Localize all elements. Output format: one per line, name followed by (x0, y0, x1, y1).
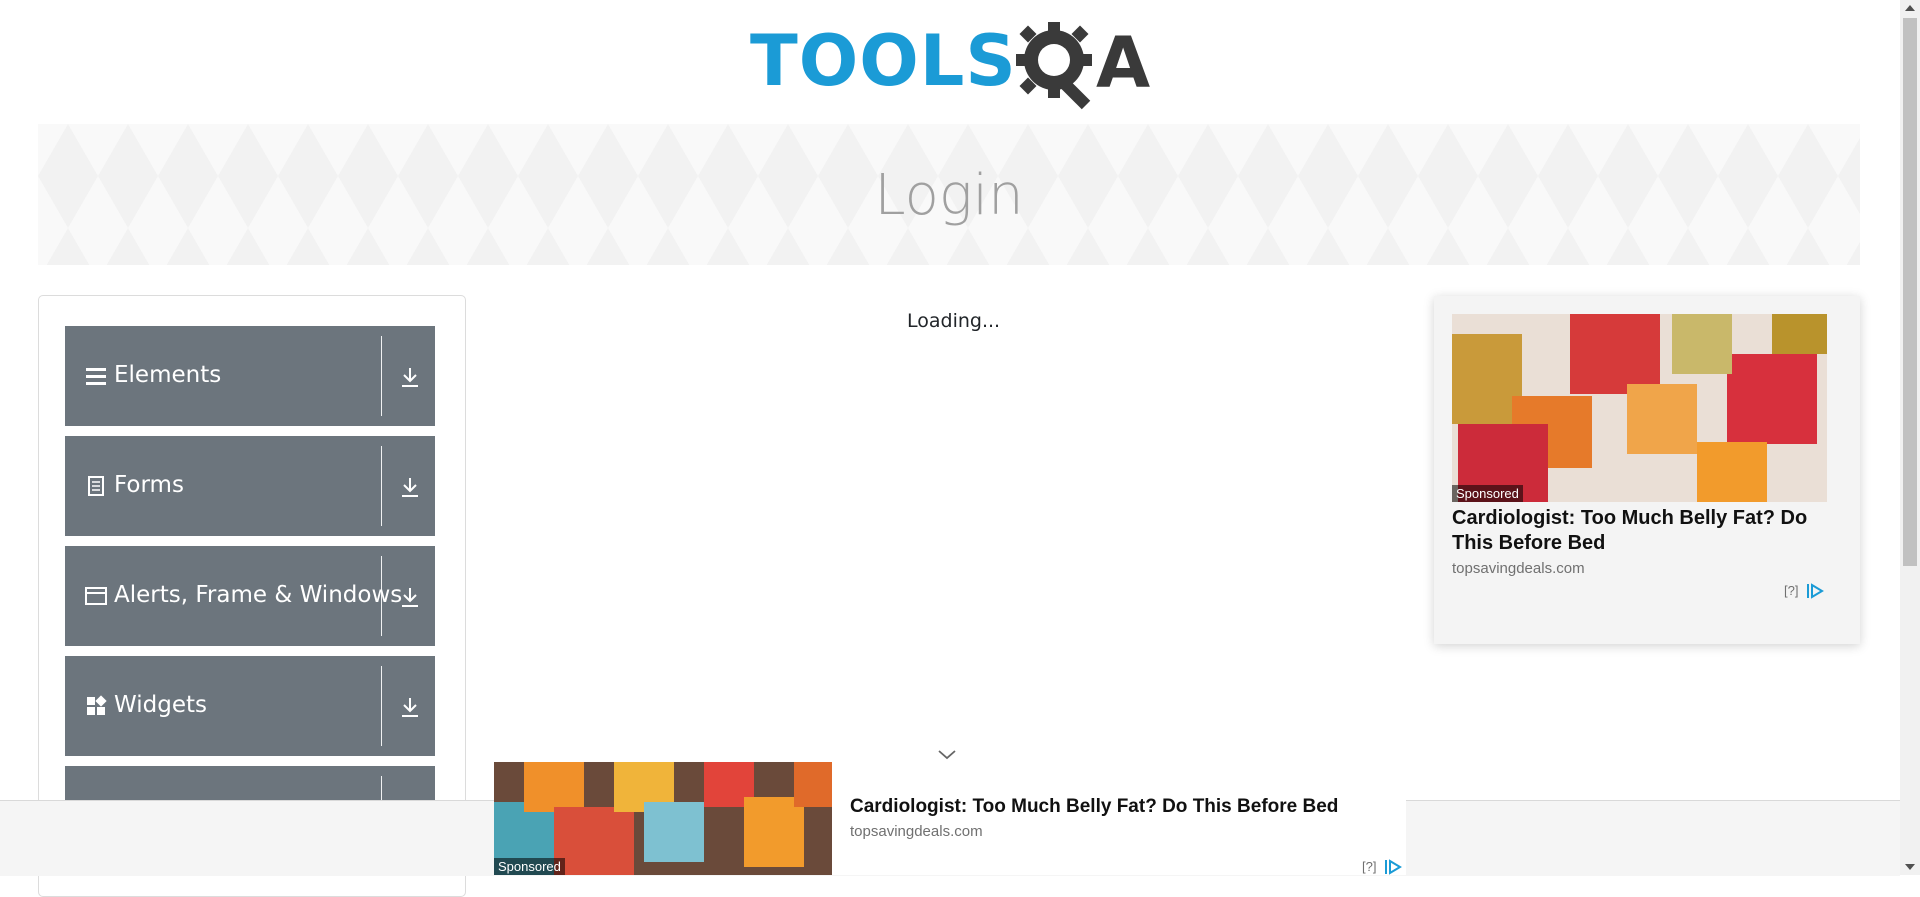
sidebar-item-forms[interactable]: Forms (65, 436, 435, 536)
download-icon[interactable] (399, 586, 421, 608)
candy-image (1452, 314, 1827, 502)
sponsored-label: Sponsored (1452, 485, 1523, 502)
sponsored-label: Sponsored (494, 858, 565, 875)
scrollbar[interactable] (1900, 0, 1920, 875)
logo-text-right: A (1096, 22, 1151, 104)
scroll-thumb[interactable] (1903, 18, 1917, 566)
divider (381, 446, 382, 526)
ad-title[interactable]: Cardiologist: Too Much Belly Fat? Do Thi… (850, 796, 1338, 818)
widgets-icon (87, 695, 107, 715)
sidebar-item-label: Alerts, Frame & Windows (114, 582, 403, 608)
sidebar-item-widgets[interactable]: Widgets (65, 656, 435, 756)
sidebar-item-elements[interactable]: Elements (65, 326, 435, 426)
page-banner: Login (38, 124, 1860, 265)
divider (381, 556, 382, 636)
download-icon[interactable] (399, 366, 421, 388)
sidebar-item-label: Elements (114, 362, 222, 388)
divider (381, 666, 382, 746)
sidebar-item-label: Widgets (114, 692, 207, 718)
download-icon[interactable] (399, 476, 421, 498)
ad-domain[interactable]: topsavingdeals.com (850, 823, 983, 840)
scroll-down-icon[interactable] (1905, 864, 1915, 870)
sidebar-item-label: Forms (114, 472, 184, 498)
logo-text: TOOLS (750, 20, 1017, 102)
ad-domain[interactable]: topsavingdeals.com (1452, 560, 1585, 577)
adchoices-icon[interactable] (1384, 859, 1402, 875)
scroll-up-icon[interactable] (1905, 5, 1915, 11)
page-title: Login (874, 163, 1024, 228)
adchoices-icon[interactable] (1806, 583, 1824, 599)
ad-image[interactable]: Sponsored (494, 762, 832, 875)
divider (381, 336, 382, 416)
sidebar-item-alerts-frame-windows[interactable]: Alerts, Frame & Windows (65, 546, 435, 646)
ad-image[interactable]: Sponsored (1452, 314, 1827, 502)
window-icon (85, 587, 107, 605)
list-icon (86, 368, 106, 385)
download-icon[interactable] (399, 696, 421, 718)
sponsored-ad-bottom[interactable]: Sponsored Cardiologist: Too Much Belly F… (494, 762, 1406, 875)
ad-info-link[interactable]: [?] (1362, 859, 1376, 874)
form-icon (88, 476, 104, 496)
loading-text: Loading... (907, 310, 1001, 332)
toolsqa-logo[interactable]: TOOLS A (750, 18, 1154, 114)
ad-title[interactable]: Cardiologist: Too Much Belly Fat? Do Thi… (1452, 506, 1832, 556)
ad-info-link[interactable]: [?] (1784, 583, 1798, 598)
